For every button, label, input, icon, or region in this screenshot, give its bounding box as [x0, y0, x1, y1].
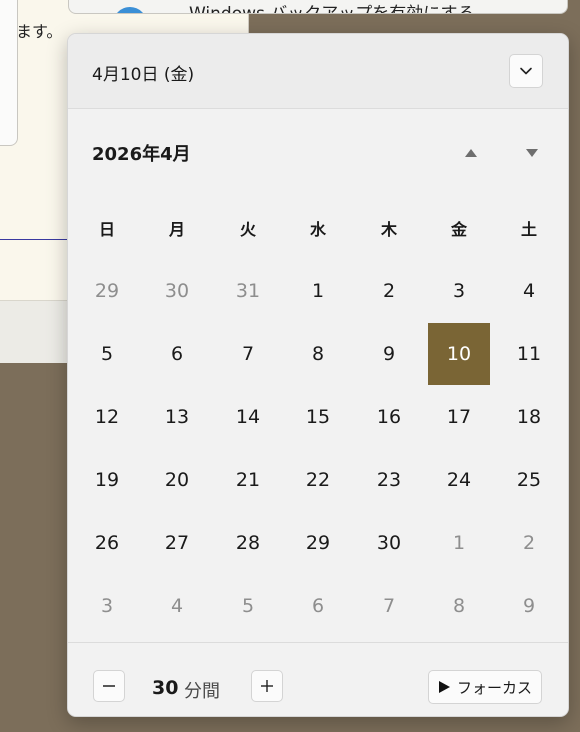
calendar-day-adjacent-month[interactable]: 7	[358, 575, 420, 637]
calendar-day[interactable]: 22	[287, 449, 349, 511]
weekday-label: 水	[309, 220, 326, 239]
calendar-day[interactable]: 29	[287, 512, 349, 574]
backup-icon	[113, 7, 147, 13]
calendar-day[interactable]: 12	[76, 386, 138, 448]
calendar-day[interactable]: 14	[217, 386, 279, 448]
weekday-label: 月	[168, 220, 185, 239]
calendar-flyout: 4月10日 (金) 2026年4月 日月火水木金土 29 30 31 1 2 3 4 5 6 7 8…	[67, 33, 569, 717]
next-month-button[interactable]	[517, 138, 547, 168]
play-icon	[438, 681, 450, 693]
calendar-day-selected[interactable]: 10	[428, 323, 490, 385]
calendar-day[interactable]: 7	[217, 323, 279, 385]
focus-footer: 30 分間 フォーカス	[68, 642, 568, 716]
calendar-day[interactable]: 11	[498, 323, 560, 385]
notification-text: Windows バックアップを有効にする	[189, 4, 475, 14]
calendar-day-adjacent-month[interactable]: 6	[287, 575, 349, 637]
calendar-day[interactable]: 2	[358, 260, 420, 322]
calendar-day-adjacent-month[interactable]: 8	[428, 575, 490, 637]
triangle-down-icon	[526, 149, 538, 157]
start-focus-button[interactable]: フォーカス	[428, 670, 542, 704]
desktop: ます。 Windows バックアップを有効にする 4月10日 (金) 2026年…	[0, 0, 580, 732]
document-underline	[0, 239, 68, 240]
weekday-label: 金	[450, 220, 467, 239]
calendar-day[interactable]: 1	[287, 260, 349, 322]
calendar-day[interactable]: 25	[498, 449, 560, 511]
calendar-day[interactable]: 17	[428, 386, 490, 448]
weekday-label: 木	[380, 220, 397, 239]
calendar-day[interactable]: 28	[217, 512, 279, 574]
calendar-day[interactable]: 27	[146, 512, 208, 574]
calendar-day[interactable]: 18	[498, 386, 560, 448]
calendar-day-adjacent-month[interactable]: 29	[76, 260, 138, 322]
decrease-duration-button[interactable]	[93, 670, 125, 702]
triangle-up-icon	[465, 149, 477, 157]
plus-icon	[261, 680, 273, 692]
calendar-day[interactable]: 8	[287, 323, 349, 385]
calendar-day[interactable]: 6	[146, 323, 208, 385]
duration-value: 30	[152, 677, 179, 699]
calendar-day[interactable]: 24	[428, 449, 490, 511]
weekday-label: 土	[520, 220, 537, 239]
month-title[interactable]: 2026年4月	[92, 140, 191, 166]
background-window-text: ます。	[16, 22, 63, 41]
flyout-header: 4月10日 (金)	[68, 34, 568, 109]
calendar-day-adjacent-month[interactable]: 1	[428, 512, 490, 574]
duration-unit: 分間	[184, 681, 220, 702]
calendar-day[interactable]: 15	[287, 386, 349, 448]
calendar-day[interactable]: 21	[217, 449, 279, 511]
calendar-day[interactable]: 3	[428, 260, 490, 322]
weekday-label: 日	[98, 220, 115, 239]
calendar-day[interactable]: 30	[358, 512, 420, 574]
calendar-day[interactable]: 4	[498, 260, 560, 322]
focus-button-label: フォーカス	[456, 678, 532, 697]
calendar-day[interactable]: 13	[146, 386, 208, 448]
chevron-down-icon	[520, 67, 532, 75]
weekday-label: 火	[239, 220, 256, 239]
calendar-day-adjacent-month[interactable]: 5	[217, 575, 279, 637]
calendar-day[interactable]: 23	[358, 449, 420, 511]
minus-icon	[103, 685, 115, 687]
current-date: 4月10日 (金)	[92, 65, 195, 85]
calendar-day[interactable]: 26	[76, 512, 138, 574]
calendar-day[interactable]: 5	[76, 323, 138, 385]
increase-duration-button[interactable]	[251, 670, 283, 702]
calendar-day-adjacent-month[interactable]: 4	[146, 575, 208, 637]
background-notification[interactable]: Windows バックアップを有効にする	[68, 0, 568, 14]
calendar-day-adjacent-month[interactable]: 30	[146, 260, 208, 322]
calendar-day[interactable]: 20	[146, 449, 208, 511]
previous-month-button[interactable]	[456, 138, 486, 168]
calendar-day[interactable]: 19	[76, 449, 138, 511]
calendar-day-adjacent-month[interactable]: 31	[217, 260, 279, 322]
calendar-day-adjacent-month[interactable]: 9	[498, 575, 560, 637]
calendar-day-adjacent-month[interactable]: 2	[498, 512, 560, 574]
calendar-day[interactable]: 16	[358, 386, 420, 448]
collapse-calendar-button[interactable]	[509, 54, 543, 88]
calendar-day[interactable]: 9	[358, 323, 420, 385]
calendar-day-adjacent-month[interactable]: 3	[76, 575, 138, 637]
